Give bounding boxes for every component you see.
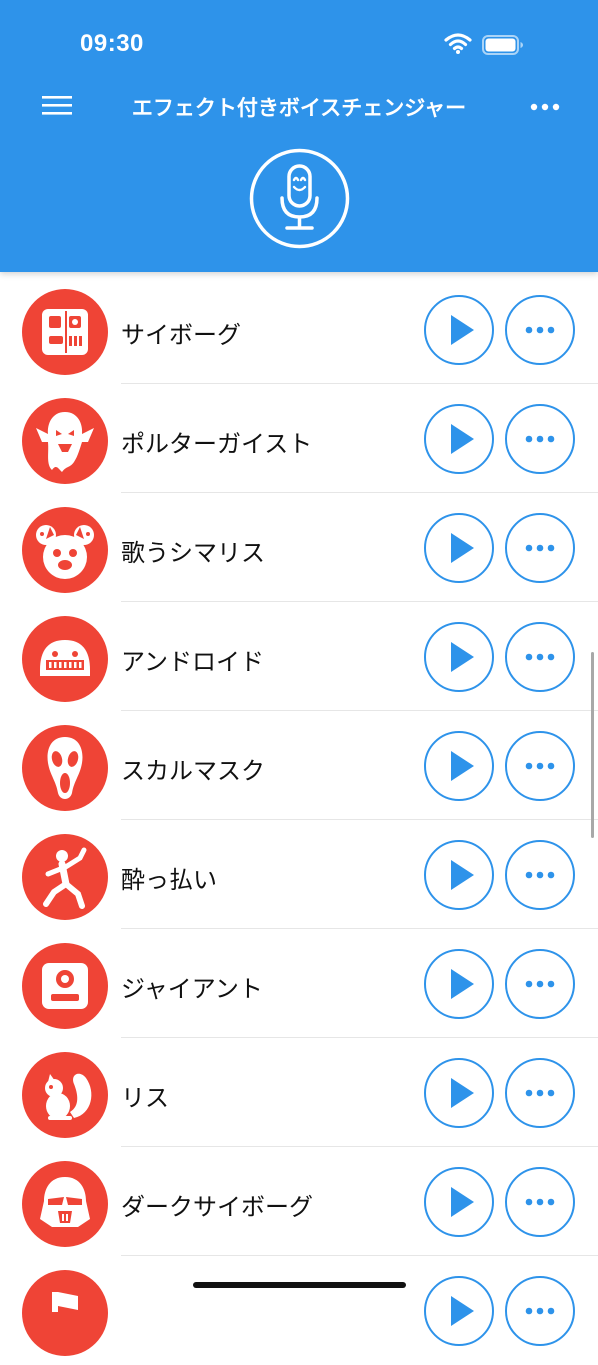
ellipsis-icon [525,435,555,443]
squirrel-icon [22,1052,108,1138]
scrollbar[interactable] [591,652,594,838]
page-title: エフェクト付きボイスチェンジャー [131,96,467,120]
options-button[interactable] [505,295,575,365]
options-button[interactable] [505,949,575,1019]
effect-label: ダークサイボーグ [121,1193,313,1221]
play-icon [451,969,474,999]
play-button[interactable] [424,295,494,365]
play-button[interactable] [424,1167,494,1237]
options-button[interactable] [505,1167,575,1237]
dancing-drunk-icon [22,834,108,920]
play-icon [451,1296,474,1326]
options-button[interactable] [505,1058,575,1128]
effect-label: アンドロイド [121,648,265,676]
microphone-icon [249,148,350,249]
effect-label: サイボーグ [121,321,241,349]
effect-row-dark-cyborg[interactable]: ダークサイボーグ [0,1147,598,1256]
options-button[interactable] [505,840,575,910]
effect-row-cyborg[interactable]: サイボーグ [0,275,598,384]
ellipsis-icon [525,544,555,552]
effect-row-skull-mask[interactable]: スカルマスク [0,711,598,820]
android-robot-icon [22,616,108,702]
effect-label: ジャイアント [121,975,263,1003]
play-button[interactable] [424,622,494,692]
effect-row-drunk[interactable]: 酔っ払い [0,820,598,929]
dark-cyborg-helmet-icon [22,1161,108,1247]
options-button[interactable] [505,513,575,583]
ellipsis-icon [525,653,555,661]
ellipsis-icon [525,1307,555,1315]
options-button[interactable] [505,622,575,692]
effect-row-poltergeist[interactable]: ポルターガイスト [0,384,598,493]
ghost-icon [22,398,108,484]
ellipsis-icon [525,326,555,334]
more-options-button[interactable] [520,92,570,122]
play-button[interactable] [424,404,494,474]
play-icon [451,1187,474,1217]
effect-list: サイボーグ ポルターガイスト 歌うシマリス アンドロイド スカルマスク 酔っ払い… [0,272,598,1356]
options-button[interactable] [505,404,575,474]
options-button[interactable] [505,731,575,801]
status-time: 09:30 [80,30,144,57]
play-icon [451,642,474,672]
play-icon [451,424,474,454]
play-button[interactable] [424,731,494,801]
play-icon [451,751,474,781]
ellipsis-icon [525,1089,555,1097]
options-button[interactable] [505,1276,575,1346]
play-button[interactable] [424,1058,494,1128]
effect-label: 酔っ払い [121,866,217,894]
wifi-icon [444,33,472,54]
ellipsis-icon [525,762,555,770]
effect-row-android[interactable]: アンドロイド [0,602,598,711]
status-icons [444,32,524,58]
home-indicator[interactable] [193,1282,406,1288]
effect-label: スカルマスク [121,757,265,785]
chipmunks-icon [22,507,108,593]
play-button[interactable] [424,1276,494,1346]
giant-icon [22,943,108,1029]
effect-row-chipmunks[interactable]: 歌うシマリス [0,493,598,602]
effect-row-giant[interactable]: ジャイアント [0,929,598,1038]
play-icon [451,315,474,345]
effect-row-partial[interactable] [0,1256,598,1365]
robot-face-icon [22,289,108,375]
effect-row-squirrel[interactable]: リス [0,1038,598,1147]
ellipsis-icon [525,871,555,879]
play-button[interactable] [424,513,494,583]
effect-label: リス [121,1084,169,1112]
play-icon [451,860,474,890]
partial-effect-icon [22,1270,108,1356]
ellipsis-icon [525,1198,555,1206]
battery-icon [482,35,523,55]
scream-mask-icon [22,725,108,811]
ellipsis-icon [525,980,555,988]
play-icon [451,1078,474,1108]
more-horizontal-icon [530,103,560,111]
record-button[interactable] [249,148,350,249]
effect-label: ポルターガイスト [121,430,313,458]
effect-label: 歌うシマリス [121,539,265,567]
play-button[interactable] [424,949,494,1019]
play-icon [451,533,474,563]
app-header: 09:30 エフェクト付きボイスチェンジャー [0,0,598,272]
play-button[interactable] [424,840,494,910]
